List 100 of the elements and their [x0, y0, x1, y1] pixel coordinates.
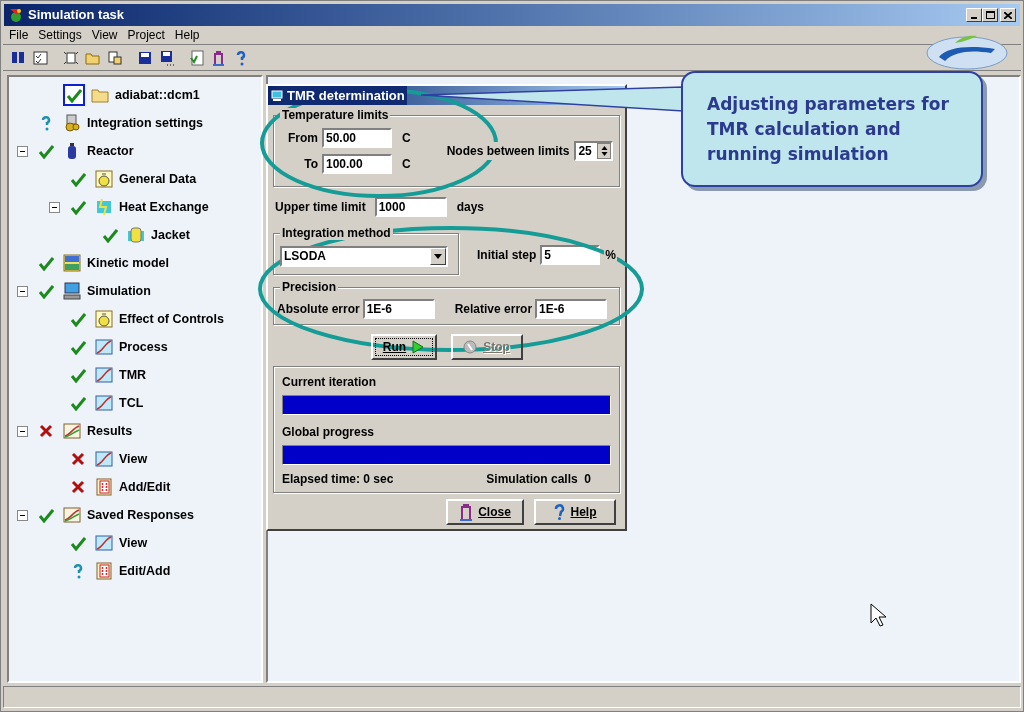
progress-label: Current iteration	[282, 374, 377, 391]
field-label: Relative error	[454, 301, 533, 318]
tree-item[interactable]: View	[119, 449, 148, 469]
tree-item[interactable]: Reactor	[87, 141, 134, 161]
menu-item[interactable]: File	[5, 26, 33, 44]
exit-icon	[459, 503, 474, 521]
tree-item[interactable]: Add/Edit	[119, 477, 171, 497]
exchanger-icon	[95, 198, 113, 216]
save-as-icon	[159, 49, 175, 66]
tree-item[interactable]: General Data	[119, 169, 197, 189]
tile-icon	[63, 254, 81, 272]
check-icon	[70, 535, 86, 551]
play-icon	[412, 340, 425, 354]
cross-icon	[70, 479, 86, 495]
close-button[interactable]	[1000, 8, 1016, 22]
tree-item[interactable]: Process	[119, 337, 168, 357]
collapse-toggle[interactable]	[17, 509, 28, 521]
check-icon	[38, 507, 54, 523]
maximize-button[interactable]	[982, 8, 998, 22]
tree-item[interactable]: TMR	[119, 365, 147, 385]
collapse-toggle[interactable]	[17, 145, 28, 157]
tree-item[interactable]: Heat Exchange	[119, 197, 209, 217]
checklist-icon	[33, 49, 49, 66]
menu-item[interactable]: Help	[170, 26, 204, 44]
tree-item[interactable]: Simulation	[87, 281, 151, 301]
document-icon	[189, 49, 205, 66]
window-title: Simulation task	[28, 6, 125, 25]
tree-item[interactable]: Results	[87, 421, 133, 441]
input-field[interactable]: 1000	[374, 197, 447, 217]
save-tool[interactable]	[137, 49, 153, 66]
dot-grid-icon	[95, 478, 113, 496]
collapse-toggle[interactable]	[17, 285, 28, 297]
stop-icon	[463, 340, 478, 354]
exit-icon	[211, 49, 227, 66]
check-icon	[70, 199, 86, 215]
input-field[interactable]: 1E-6	[362, 299, 435, 319]
import-icon	[107, 49, 123, 66]
spin-arrows-icon	[599, 145, 609, 157]
checklist-tool[interactable]	[33, 49, 49, 66]
close-button[interactable]: Close	[446, 499, 524, 525]
field-label: To	[303, 156, 318, 173]
folder-icon	[91, 86, 109, 104]
spinner-field[interactable]: 25	[574, 141, 613, 161]
group-legend: Precision	[280, 280, 339, 294]
check-icon	[38, 143, 54, 159]
check-icon	[70, 367, 86, 383]
progress-label: Global progress	[282, 424, 376, 441]
check-icon	[70, 339, 86, 355]
field-label: Initial step	[477, 247, 537, 264]
group-legend: Temperature limits	[280, 108, 391, 122]
tree-item[interactable]: Kinetic model	[87, 253, 169, 273]
tree-item[interactable]: Edit/Add	[119, 561, 171, 581]
save-icon	[137, 49, 153, 66]
exit-tool[interactable]	[211, 49, 227, 66]
tree-item[interactable]: Jacket	[151, 225, 190, 245]
input-field[interactable]: 5	[540, 245, 601, 265]
field-label: From	[287, 130, 318, 147]
dropdown[interactable]: LSODA	[280, 245, 448, 267]
tree-item[interactable]: View	[119, 533, 148, 553]
help-icon	[553, 504, 566, 520]
app-icon	[8, 7, 24, 23]
minimize-button[interactable]	[966, 8, 982, 22]
tree-item[interactable]: Effect of Controls	[119, 309, 224, 329]
elapsed-time: Elapsed time: 0 sec	[282, 471, 394, 488]
caret-icon	[434, 253, 442, 259]
collapse-toggle[interactable]	[49, 201, 60, 213]
unit-label: C	[402, 130, 411, 147]
jacket-icon	[127, 226, 145, 244]
save-as-tool[interactable]	[159, 49, 175, 66]
input-field[interactable]: 1E-6	[535, 299, 608, 319]
group-legend: Integration method	[280, 226, 393, 240]
new-file-tool[interactable]	[63, 49, 79, 66]
curve-chart-icon	[95, 366, 113, 384]
cursor-icon	[870, 603, 886, 627]
curve-chart-icon	[95, 534, 113, 552]
input-field[interactable]: 100.00	[322, 154, 392, 174]
maximize-icon	[985, 11, 995, 19]
field-label: Absolute error	[277, 301, 360, 318]
columns-tool[interactable]	[11, 49, 27, 66]
input-field[interactable]: 50.00	[322, 128, 392, 148]
help-button[interactable]: Help	[534, 499, 616, 525]
tree-item[interactable]: Saved Responses	[87, 505, 194, 525]
tree-item[interactable]: adiabat::dcm1	[115, 85, 200, 105]
curve-chart-icon	[95, 394, 113, 412]
new-file-icon	[63, 49, 79, 66]
document-tool[interactable]	[189, 49, 205, 66]
stopwatch-icon	[95, 310, 113, 328]
menu-item[interactable]: View	[87, 26, 122, 44]
check-icon	[38, 283, 54, 299]
minimize-icon	[971, 17, 977, 19]
import-tool[interactable]	[107, 49, 123, 66]
tree-item[interactable]: Integration settings	[87, 113, 203, 133]
tree-item[interactable]: TCL	[119, 393, 144, 413]
menu-item[interactable]: Settings	[34, 26, 86, 44]
field-label: Nodes between limits	[446, 142, 570, 160]
check-icon	[102, 227, 118, 243]
columns-icon	[11, 49, 27, 66]
stopwatch-icon	[95, 170, 113, 188]
menu-item[interactable]: Project	[123, 26, 169, 44]
collapse-toggle[interactable]	[17, 425, 28, 437]
